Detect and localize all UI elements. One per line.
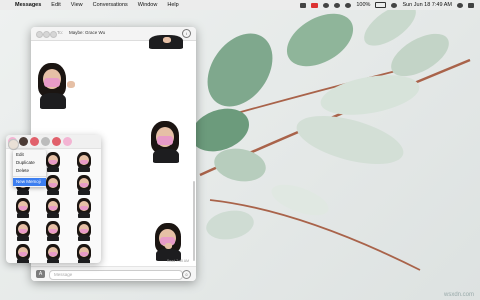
menu-window[interactable]: Window xyxy=(133,2,163,8)
memoji-sticker[interactable] xyxy=(69,220,99,242)
menu-item-delete[interactable]: Delete xyxy=(13,167,46,175)
battery-percent: 100% xyxy=(356,2,371,8)
menu-edit[interactable]: Edit xyxy=(46,2,65,8)
memoji-sticker[interactable] xyxy=(69,197,99,219)
search-icon[interactable] xyxy=(457,2,463,8)
sticker-tab[interactable] xyxy=(52,137,61,146)
sticker-tabs xyxy=(6,135,101,150)
context-menu: Edit Duplicate Delete New Memoji xyxy=(13,150,46,187)
sticker-message[interactable] xyxy=(38,63,78,109)
sticker-message[interactable] xyxy=(153,223,185,261)
volume-icon[interactable] xyxy=(345,2,352,8)
memoji-sticker[interactable] xyxy=(69,151,99,173)
wifi-icon[interactable] xyxy=(334,2,341,8)
clock[interactable]: Sun Jun 18 7:49 AM xyxy=(402,2,452,8)
memoji-sticker[interactable] xyxy=(69,243,99,263)
memoji-sticker[interactable] xyxy=(39,243,69,263)
recipient-field[interactable]: Maybe: Grace Wu xyxy=(69,30,105,35)
sticker-tab[interactable] xyxy=(8,139,19,150)
input-source-flag-icon[interactable] xyxy=(311,2,319,8)
close-button[interactable] xyxy=(36,31,43,38)
menu-item-new-memoji[interactable]: New Memoji xyxy=(13,178,46,186)
watermark: wsxdn.com xyxy=(443,292,474,298)
memoji-sticker[interactable] xyxy=(8,197,38,219)
emoji-icon[interactable]: ☺ xyxy=(182,270,191,279)
memoji-sticker[interactable] xyxy=(39,197,69,219)
memoji-sticker[interactable] xyxy=(8,220,38,242)
info-icon[interactable]: i xyxy=(182,29,191,38)
battery-icon[interactable] xyxy=(375,2,387,8)
menu-conversations[interactable]: Conversations xyxy=(88,2,133,8)
sticker-tab[interactable] xyxy=(19,137,28,146)
read-receipt: Read 7:45 AM xyxy=(166,259,189,263)
user-icon[interactable] xyxy=(391,2,398,8)
scrollbar[interactable] xyxy=(193,181,195,261)
sticker-message[interactable] xyxy=(149,121,183,163)
to-label: To: xyxy=(57,30,64,35)
input-bar: A Message ☺ xyxy=(31,266,196,281)
menu-separator xyxy=(13,176,46,177)
screen-mirroring-icon[interactable] xyxy=(300,2,307,8)
sticker-message[interactable] xyxy=(149,35,183,49)
menu-view[interactable]: View xyxy=(66,2,88,8)
menu-item-edit[interactable]: Edit xyxy=(13,151,46,159)
bluetooth-icon[interactable] xyxy=(323,2,330,8)
minimize-button[interactable] xyxy=(43,31,50,38)
sticker-tab[interactable] xyxy=(63,137,72,146)
control-center-icon[interactable] xyxy=(468,2,474,8)
zoom-button[interactable] xyxy=(50,31,57,38)
sticker-tab[interactable] xyxy=(41,137,50,146)
menu-help[interactable]: Help xyxy=(162,2,183,8)
app-store-icon[interactable]: A xyxy=(36,270,45,278)
menu-bar: Messages Edit View Conversations Window … xyxy=(0,0,480,10)
menu-messages[interactable]: Messages xyxy=(10,2,46,8)
status-area: 100% Sun Jun 18 7:49 AM xyxy=(300,2,480,8)
message-input[interactable]: Message xyxy=(49,270,183,280)
sticker-tab[interactable] xyxy=(30,137,39,146)
memoji-sticker[interactable] xyxy=(8,243,38,263)
menu-item-duplicate[interactable]: Duplicate xyxy=(13,159,46,167)
memoji-sticker[interactable] xyxy=(69,174,99,196)
memoji-sticker[interactable] xyxy=(39,220,69,242)
